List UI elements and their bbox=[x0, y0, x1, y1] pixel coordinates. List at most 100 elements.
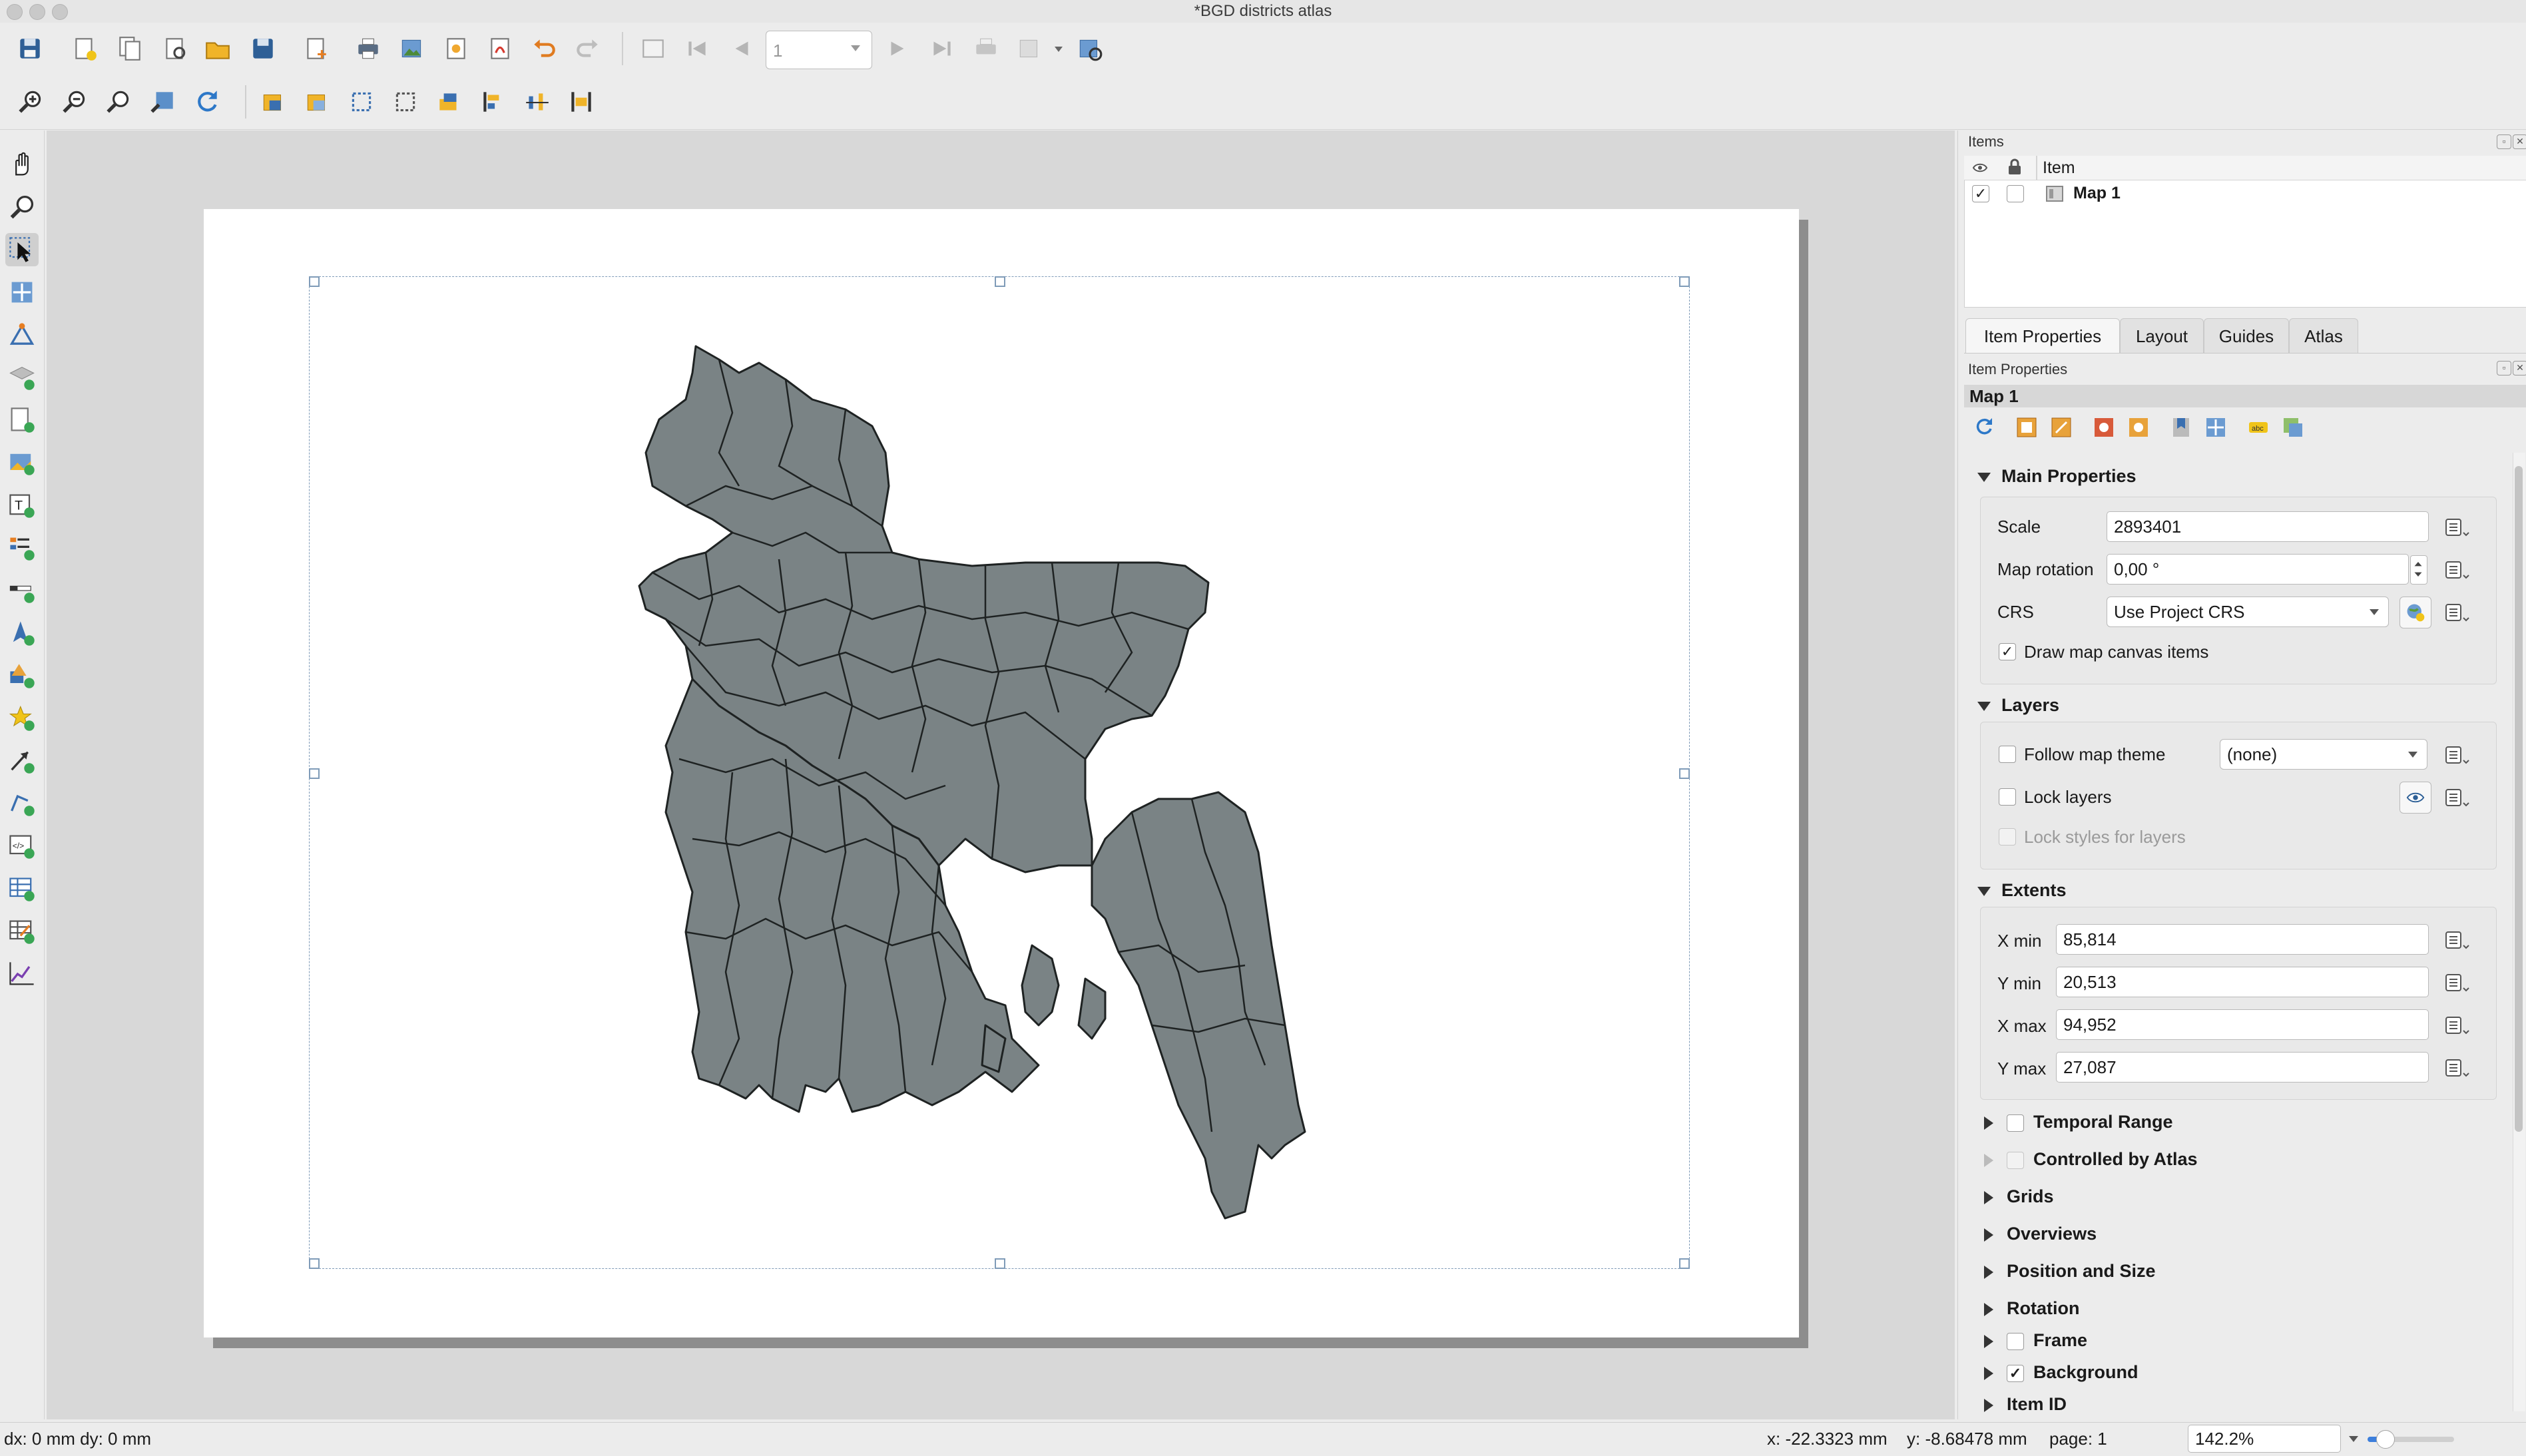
add-map-icon[interactable] bbox=[5, 403, 39, 437]
rotation-header[interactable]: Rotation bbox=[1984, 1298, 2079, 1319]
crs-select[interactable]: Use Project CRS bbox=[2107, 597, 2389, 627]
data-defined-override-icon[interactable] bbox=[2441, 784, 2473, 811]
export-atlas-icon[interactable] bbox=[1015, 33, 1045, 64]
print-atlas-icon[interactable] bbox=[971, 33, 1001, 64]
label-settings-icon[interactable]: abc bbox=[2246, 415, 2270, 439]
align-items-icon[interactable] bbox=[478, 87, 509, 117]
data-defined-override-icon[interactable] bbox=[2441, 969, 2473, 996]
clipping-settings-icon[interactable] bbox=[2281, 415, 2305, 439]
resize-handle[interactable] bbox=[309, 768, 320, 779]
resize-items-icon[interactable] bbox=[566, 87, 597, 117]
background-header[interactable]: ✓ Background bbox=[1984, 1362, 2139, 1383]
next-feature-icon[interactable] bbox=[883, 33, 913, 64]
tab-atlas[interactable]: Atlas bbox=[2289, 318, 2358, 353]
zoom-tool-icon[interactable] bbox=[5, 190, 39, 224]
data-defined-override-icon[interactable] bbox=[2441, 1012, 2473, 1039]
item-row-map1[interactable]: Map 1 bbox=[2073, 184, 2121, 203]
frame-header[interactable]: Frame bbox=[1984, 1330, 2087, 1351]
crs-picker-button[interactable] bbox=[2400, 597, 2431, 628]
main-properties-header[interactable]: Main Properties bbox=[1977, 466, 2137, 487]
add-polyline-icon[interactable] bbox=[5, 787, 39, 820]
zoom-full-icon[interactable] bbox=[148, 87, 178, 117]
ungroup-items-icon[interactable] bbox=[390, 87, 421, 117]
add-pages-icon[interactable] bbox=[301, 33, 332, 64]
ymin-input[interactable]: 20,513 bbox=[2056, 967, 2429, 997]
layout-manager-icon[interactable] bbox=[160, 33, 190, 64]
position-size-header[interactable]: Position and Size bbox=[1984, 1261, 2156, 1282]
add-html-icon[interactable]: </> bbox=[5, 830, 39, 863]
resize-handle[interactable] bbox=[309, 276, 320, 287]
resize-handle[interactable] bbox=[1679, 768, 1690, 779]
select-move-item-icon[interactable] bbox=[5, 233, 39, 266]
add-picture-icon[interactable] bbox=[5, 446, 39, 479]
controlled-by-atlas-checkbox[interactable] bbox=[2007, 1151, 2024, 1169]
add-fixed-table-icon[interactable] bbox=[5, 915, 39, 948]
add-shape-icon[interactable] bbox=[5, 659, 39, 692]
refresh-icon[interactable] bbox=[192, 87, 222, 117]
new-layout-icon[interactable] bbox=[69, 33, 100, 64]
xmin-input[interactable]: 85,814 bbox=[2056, 924, 2429, 955]
chevron-down-icon[interactable] bbox=[1055, 47, 1063, 52]
zoom-slider-handle[interactable] bbox=[2376, 1430, 2395, 1449]
frame-checkbox[interactable] bbox=[2007, 1332, 2024, 1350]
float-panel-icon[interactable]: ▫ bbox=[2497, 361, 2511, 375]
resize-handle[interactable] bbox=[309, 1258, 320, 1269]
previous-feature-icon[interactable] bbox=[726, 33, 756, 64]
open-template-icon[interactable] bbox=[202, 33, 233, 64]
move-content-icon[interactable] bbox=[5, 276, 39, 309]
move-item-content-icon[interactable] bbox=[2204, 415, 2228, 439]
add-marker-icon[interactable] bbox=[5, 702, 39, 735]
export-svg-icon[interactable] bbox=[441, 33, 471, 64]
follow-map-theme-checkbox[interactable] bbox=[1999, 746, 2016, 763]
edit-nodes-icon[interactable] bbox=[5, 318, 39, 352]
group-items-icon[interactable] bbox=[346, 87, 377, 117]
update-preview-icon[interactable] bbox=[1972, 415, 1996, 439]
item-visible-checkbox[interactable]: ✓ bbox=[1972, 185, 1989, 202]
duplicate-layout-icon[interactable] bbox=[115, 33, 145, 64]
data-defined-override-icon[interactable] bbox=[2441, 927, 2473, 953]
extents-header[interactable]: Extents bbox=[1977, 880, 2067, 901]
close-panel-icon[interactable]: ✕ bbox=[2513, 361, 2526, 375]
rotation-spin-buttons[interactable] bbox=[2410, 555, 2427, 585]
close-panel-icon[interactable]: ✕ bbox=[2513, 134, 2526, 149]
add-label-icon[interactable]: T bbox=[5, 489, 39, 522]
data-defined-override-icon[interactable] bbox=[2441, 599, 2473, 626]
float-panel-icon[interactable]: ▫ bbox=[2497, 134, 2511, 149]
zoom-actual-icon[interactable] bbox=[104, 87, 134, 117]
add-attribute-table-icon[interactable] bbox=[5, 872, 39, 905]
view-scale-icon[interactable] bbox=[2127, 415, 2150, 439]
export-pdf-icon[interactable] bbox=[485, 33, 515, 64]
last-feature-icon[interactable] bbox=[927, 33, 957, 64]
data-defined-override-icon[interactable] bbox=[2441, 514, 2473, 541]
resize-handle[interactable] bbox=[1679, 1258, 1690, 1269]
data-defined-override-icon[interactable] bbox=[2441, 557, 2473, 583]
atlas-preview-icon[interactable] bbox=[638, 33, 668, 64]
grids-header[interactable]: Grids bbox=[1984, 1186, 2054, 1207]
save-icon[interactable] bbox=[15, 33, 45, 64]
print-icon[interactable] bbox=[353, 33, 383, 64]
zoom-level-combo[interactable]: 142.2% bbox=[2188, 1425, 2341, 1453]
background-checkbox[interactable]: ✓ bbox=[2007, 1364, 2024, 1382]
unlock-items-icon[interactable] bbox=[302, 87, 333, 117]
scale-input[interactable]: 2893401 bbox=[2107, 511, 2429, 542]
resize-handle[interactable] bbox=[995, 1258, 1005, 1269]
zoom-out-icon[interactable] bbox=[60, 87, 91, 117]
add-legend-icon[interactable] bbox=[5, 531, 39, 565]
lock-items-icon[interactable] bbox=[258, 87, 289, 117]
visibility-presets-button[interactable] bbox=[2400, 782, 2431, 814]
ymax-input[interactable]: 27,087 bbox=[2056, 1052, 2429, 1083]
atlas-settings-icon[interactable] bbox=[1075, 33, 1105, 64]
add-arrow-icon[interactable] bbox=[5, 744, 39, 778]
distribute-items-icon[interactable] bbox=[522, 87, 553, 117]
temporal-range-checkbox[interactable] bbox=[2007, 1114, 2024, 1132]
add-elevation-profile-icon[interactable] bbox=[5, 957, 39, 991]
resize-handle[interactable] bbox=[1679, 276, 1690, 287]
item-lock-checkbox[interactable] bbox=[2007, 185, 2024, 202]
lock-layers-checkbox[interactable] bbox=[1999, 788, 2016, 806]
save-template-icon[interactable] bbox=[248, 33, 278, 64]
controlled-by-atlas-header[interactable]: Controlled by Atlas bbox=[1984, 1149, 2198, 1170]
pan-hand-icon[interactable] bbox=[5, 148, 39, 181]
zoom-in-icon[interactable] bbox=[16, 87, 47, 117]
tab-item-properties[interactable]: Item Properties bbox=[1965, 318, 2120, 353]
raise-items-icon[interactable] bbox=[434, 87, 465, 117]
